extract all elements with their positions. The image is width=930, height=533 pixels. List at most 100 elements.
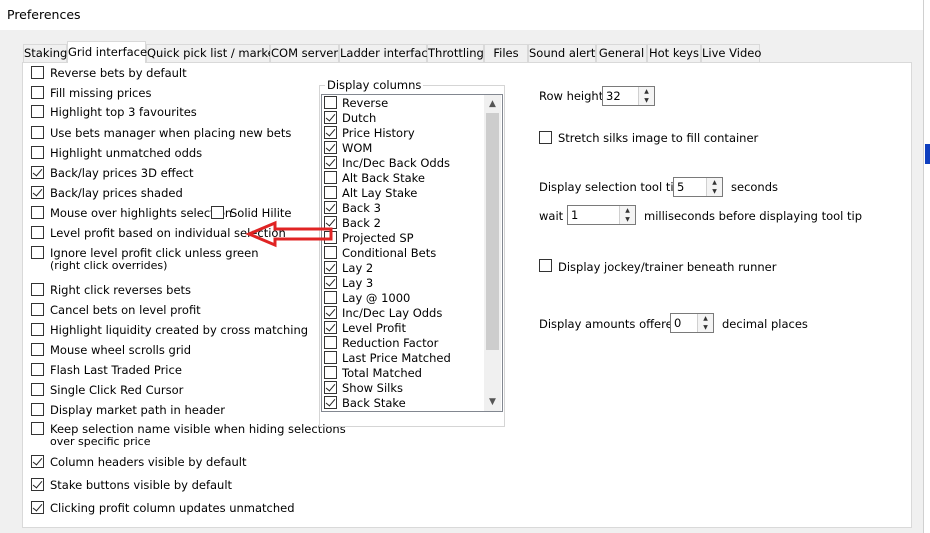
option-checkbox[interactable] [31,246,44,259]
option-checkbox[interactable] [31,478,44,491]
option-label: Reverse bets by default [50,66,187,80]
column-checkbox[interactable] [324,141,337,154]
tab-throttling[interactable]: Throttling [427,44,484,62]
column-checkbox[interactable] [324,306,337,319]
column-label: Back Stake [342,396,406,410]
column-label: Inc/Dec Lay Odds [342,306,443,320]
tab-general[interactable]: General [596,44,647,62]
column-label: Back 3 [342,201,381,215]
list-scrollbar-thumb[interactable] [486,113,499,350]
option-checkbox[interactable] [31,403,44,416]
option-label: Display market path in header [50,403,225,417]
solid-hilite-checkbox[interactable] [211,206,224,219]
tab-live-video[interactable]: Live Video [701,44,761,62]
option-checkbox[interactable] [31,383,44,396]
stretch-silks-checkbox[interactable] [539,131,552,144]
row-height-label: Row height [539,89,604,103]
option-checkbox[interactable] [31,86,44,99]
spin-down-icon[interactable]: ▼ [620,215,635,224]
tab-hot-keys[interactable]: Hot keys [647,44,701,62]
option-checkbox[interactable] [31,186,44,199]
column-checkbox[interactable] [324,111,337,124]
spin-down-icon[interactable]: ▼ [639,96,654,105]
column-label: Total Matched [342,366,422,380]
column-label: Projected SP [342,231,414,245]
column-checkbox[interactable] [324,351,337,364]
column-checkbox[interactable] [324,171,337,184]
tab-grid-interface[interactable]: Grid interface [67,41,147,63]
option-checkbox[interactable] [31,455,44,468]
spin-down-icon[interactable]: ▼ [707,187,722,196]
stretch-silks-label: Stretch silks image to fill container [558,131,759,145]
option-label: Right click reverses bets [50,283,192,297]
tab-staking[interactable]: Staking [23,44,67,62]
scroll-down-icon[interactable]: ▼ [484,394,501,411]
option-checkbox[interactable] [31,303,44,316]
decimal-places-unit: decimal places [722,317,808,331]
column-label: Show Silks [342,381,404,395]
tooltip-seconds-spinner[interactable]: 5 ▲ ▼ [673,177,723,197]
tab-com-server[interactable]: COM server [270,44,339,62]
column-checkbox[interactable] [324,396,337,409]
column-checkbox[interactable] [324,201,337,214]
column-checkbox[interactable] [324,126,337,139]
window-edge [923,0,930,533]
tab-ladder-interface[interactable]: Ladder interface [339,44,435,62]
option-checkbox[interactable] [31,206,44,219]
column-label: Dutch [342,111,377,125]
option-checkbox[interactable] [31,105,44,118]
wait-ms-value: 1 [571,208,579,222]
display-columns-title: Display columns [325,78,424,92]
column-label: WOM [342,141,373,155]
option-checkbox[interactable] [31,343,44,356]
column-checkbox[interactable] [324,321,337,334]
option-label: Highlight unmatched odds [50,146,203,160]
window-title: Preferences [7,7,81,22]
option-checkbox[interactable] [31,166,44,179]
option-checkbox[interactable] [31,146,44,159]
option-checkbox[interactable] [31,501,44,514]
option-checkbox[interactable] [31,226,44,239]
tab-files[interactable]: Files [484,44,528,62]
option-checkbox[interactable] [31,363,44,376]
option-label: Ignore level profit click unless green [50,246,259,260]
option-checkbox[interactable] [31,126,44,139]
column-label: Back 2 [342,216,381,230]
wait-label: wait [539,209,564,223]
column-label: Conditional Bets [342,246,437,260]
option-label: Single Click Red Cursor [50,383,184,397]
column-checkbox[interactable] [324,291,337,304]
option-checkbox[interactable] [31,66,44,79]
option-checkbox[interactable] [31,323,44,336]
column-checkbox[interactable] [324,156,337,169]
tab-sound-alerts[interactable]: Sound alerts [528,44,601,62]
column-label: Reverse [342,96,389,110]
column-checkbox[interactable] [324,261,337,274]
spin-down-icon[interactable]: ▼ [698,323,713,332]
tab-quick-pick-list[interactable]: Quick pick list / markets [146,44,285,62]
column-checkbox[interactable] [324,276,337,289]
tooltip-unit-label: seconds [731,180,779,194]
column-checkbox[interactable] [324,96,337,109]
option-checkbox[interactable] [31,422,44,435]
background-window-accent [925,144,930,164]
option-label: Highlight liquidity created by cross mat… [50,323,309,337]
jockey-trainer-checkbox[interactable] [539,259,552,272]
column-label: Alt Lay Stake [342,186,418,200]
decimal-places-spinner[interactable]: 0 ▲ ▼ [670,313,714,333]
option-label: Clicking profit column updates unmatched [50,501,295,515]
wait-ms-spinner[interactable]: 1 ▲ ▼ [567,205,636,225]
option-label: Fill missing prices [50,86,152,100]
scroll-up-icon[interactable]: ▲ [484,96,501,113]
row-height-spinner[interactable]: 32 ▲ ▼ [602,86,655,106]
column-label: Lay @ 1000 [342,291,411,305]
column-checkbox[interactable] [324,381,337,394]
option-label: Mouse wheel scrolls grid [50,343,192,357]
column-label: Alt Back Stake [342,171,425,185]
column-checkbox[interactable] [324,366,337,379]
column-checkbox[interactable] [324,186,337,199]
option-label: Flash Last Traded Price [50,363,182,377]
column-label: Inc/Dec Back Odds [342,156,451,170]
column-checkbox[interactable] [324,336,337,349]
option-checkbox[interactable] [31,283,44,296]
